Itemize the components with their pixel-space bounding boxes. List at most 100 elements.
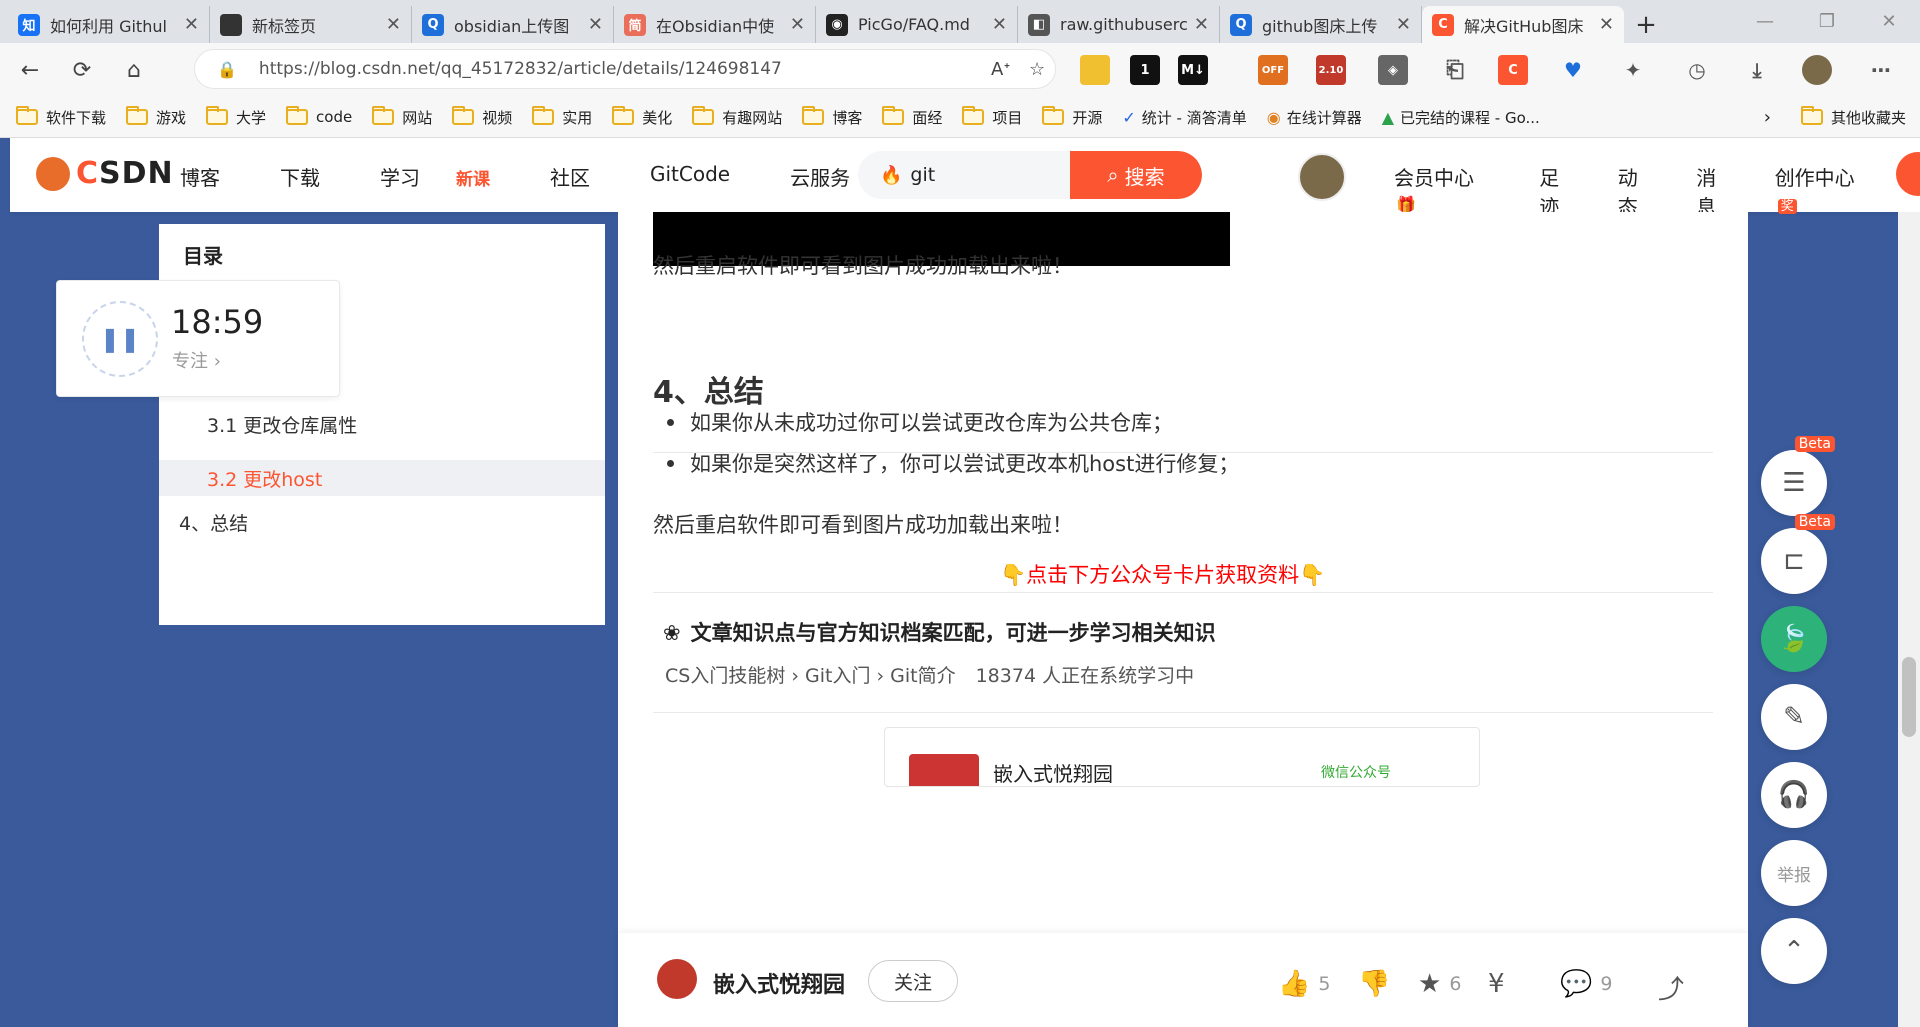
bookmark-folder[interactable]: 开源	[1042, 106, 1102, 128]
ublock-icon[interactable]: ◈	[1378, 55, 1408, 85]
bookmark-folder[interactable]: code	[286, 106, 352, 128]
csdn-logo[interactable]: CSDN	[36, 156, 174, 191]
csdn-extension-icon[interactable]: C	[1498, 55, 1528, 85]
pause-icon[interactable]: ❚❚	[82, 301, 158, 377]
new-tab-button[interactable]: +	[1624, 6, 1668, 43]
share-button[interactable]: ⤴	[1658, 969, 1692, 1006]
leaf-button[interactable]: 🍃	[1761, 606, 1827, 672]
author-name[interactable]: 嵌入式悦翔园	[713, 967, 845, 999]
support-button[interactable]: 🎧	[1761, 762, 1827, 828]
user-avatar[interactable]	[1298, 153, 1346, 201]
address-bar[interactable]: 🔒 https://blog.csdn.net/qq_45172832/arti…	[194, 49, 1056, 89]
bookmark-folder[interactable]: 博客	[802, 106, 862, 128]
bookmarks-overflow-icon[interactable]: ›	[1764, 107, 1771, 128]
tab-close-icon[interactable]: ✕	[1599, 14, 1614, 35]
url-text[interactable]: https://blog.csdn.net/qq_45172832/articl…	[259, 59, 782, 79]
bookmark-folder[interactable]: 网站	[372, 106, 432, 128]
knowledge-path[interactable]: CS入门技能树 › Git入门 › Git简介 18374 人正在系统学习中	[665, 661, 1194, 688]
toc-item[interactable]: 3.1 更改仓库属性	[159, 406, 605, 442]
summary-button[interactable]: ☰ Beta	[1761, 436, 1835, 516]
search-box[interactable]: 🔥 git ⌕ 搜索	[858, 151, 1202, 199]
author-avatar[interactable]	[657, 959, 697, 999]
reward-button[interactable]: ¥	[1488, 969, 1513, 999]
extensions-icon[interactable]: ✦	[1618, 55, 1648, 85]
bookmark-folder[interactable]: 项目	[962, 106, 1022, 128]
search-input[interactable]: git	[910, 164, 1070, 186]
download-icon[interactable]: ⤓	[1742, 55, 1772, 85]
nav-item[interactable]: GitCode	[650, 162, 760, 191]
bookmark-folder[interactable]: 美化	[612, 106, 672, 128]
restore-icon[interactable]: ❐	[1796, 0, 1858, 43]
tab-close-icon[interactable]: ✕	[184, 14, 199, 35]
add-favorite-icon[interactable]: ☆	[1029, 59, 1045, 80]
reload-icon[interactable]: ⟳	[60, 50, 104, 90]
toc-item[interactable]: 3.2 更改host	[159, 460, 605, 496]
bookmark-icon[interactable]: ⎗	[1440, 55, 1470, 85]
browser-tab[interactable]: C 解决GitHub图床 ✕	[1422, 6, 1624, 43]
read-aloud-icon[interactable]: Aᐩ	[991, 59, 1010, 80]
tab-close-icon[interactable]: ✕	[1396, 14, 1411, 35]
bookmark-link[interactable]: ▲ 已完结的课程 - Go...	[1382, 107, 1540, 128]
toc-title: 目录	[183, 244, 223, 268]
tool-button[interactable]: ⊏ Beta	[1761, 514, 1835, 594]
knowledge-breadcrumb[interactable]: CS入门技能树 › Git入门 › Git简介	[665, 665, 956, 687]
bookmark-folder[interactable]: 有趣网站	[692, 106, 782, 128]
more-menu-icon[interactable]: ⋯	[1866, 55, 1896, 85]
browser-tab[interactable]: Qobsidian上传图 ✕	[412, 6, 614, 43]
favorite-button[interactable]: ★ 6	[1418, 969, 1461, 999]
promo-text[interactable]: 👇点击下方公众号卡片获取资料👇	[1000, 559, 1325, 589]
back-icon[interactable]: ←	[8, 50, 52, 90]
nav-item[interactable]: 博客	[180, 162, 250, 191]
home-icon[interactable]: ⌂	[112, 50, 156, 90]
other-bookmarks[interactable]: 其他收藏夹	[1831, 107, 1906, 128]
comment-button[interactable]: 💬 9	[1560, 969, 1612, 999]
browser-tab[interactable]: ◉ PicGo/FAQ.md ✕	[816, 6, 1018, 43]
browser-tab[interactable]: 新标签页 ✕	[210, 6, 412, 43]
version-extension-icon[interactable]: 2.10	[1316, 55, 1346, 85]
off-extension-icon[interactable]: OFF	[1258, 55, 1288, 85]
minimize-icon[interactable]: —	[1734, 0, 1796, 43]
nav-item[interactable]: 社区	[550, 162, 620, 191]
close-window-icon[interactable]: ✕	[1858, 0, 1920, 43]
browser-tab[interactable]: 简在Obsidian中使 ✕	[614, 6, 816, 43]
nav-item[interactable]: 下载	[280, 162, 350, 191]
bookmark-folder[interactable]: 大学	[206, 106, 266, 128]
dislike-button[interactable]: 👎	[1358, 969, 1398, 999]
toc-item[interactable]: 4、总结	[159, 504, 605, 540]
bookmark-folder[interactable]: 游戏	[126, 106, 186, 128]
focus-timer-widget[interactable]: ❚❚ 18:59 专注 ›	[56, 280, 340, 397]
follow-button[interactable]: 关注	[868, 960, 958, 1002]
scrollbar-thumb[interactable]	[1902, 657, 1916, 737]
heart-extension-icon[interactable]: ♥	[1558, 55, 1588, 85]
history-icon[interactable]: ◷	[1682, 55, 1712, 85]
user-nav-item[interactable]: 创作中心奖	[1775, 162, 1892, 220]
bookmark-link[interactable]: ✓ 统计 - 滴答清单	[1122, 107, 1246, 128]
bookmark-folder[interactable]: 实用	[532, 106, 592, 128]
bookmark-folder[interactable]: 面经	[882, 106, 942, 128]
back-to-top-button[interactable]: ⌃	[1761, 918, 1827, 984]
tab-close-icon[interactable]: ✕	[790, 14, 805, 35]
browser-tab[interactable]: ◧ raw.githubuserc ✕	[1018, 6, 1220, 43]
tab-close-icon[interactable]: ✕	[992, 14, 1007, 35]
profile-avatar[interactable]	[1802, 55, 1832, 85]
like-button[interactable]: 👍 5	[1278, 969, 1330, 999]
edit-button[interactable]: ✎	[1761, 684, 1827, 750]
extension-badge-icon[interactable]: 1	[1130, 55, 1160, 85]
tab-close-icon[interactable]: ✕	[386, 14, 401, 35]
tab-close-icon[interactable]: ✕	[1194, 14, 1209, 35]
tab-close-icon[interactable]: ✕	[588, 14, 603, 35]
markdown-extension-icon[interactable]: M↓	[1178, 55, 1208, 85]
search-button[interactable]: ⌕ 搜索	[1070, 151, 1202, 199]
nav-item[interactable]: 学习 新课	[380, 162, 520, 191]
lock-icon[interactable]: 🔒	[217, 60, 237, 79]
bookmark-link[interactable]: ◉ 在线计算器	[1267, 107, 1362, 128]
browser-tab[interactable]: 知如何利用 Githul ✕	[8, 6, 210, 43]
page-scrollbar[interactable]	[1898, 212, 1920, 1027]
bookmark-folder[interactable]: 软件下载	[16, 106, 106, 128]
wechat-card[interactable]: 嵌入式悦翔园 微信公众号	[884, 727, 1480, 787]
report-button[interactable]: 举报	[1761, 840, 1827, 906]
browser-tab[interactable]: Qgithub图床上传 ✕	[1220, 6, 1422, 43]
extension-icon[interactable]	[1080, 55, 1110, 85]
timer-focus-link[interactable]: 专注 ›	[172, 347, 221, 373]
bookmark-folder[interactable]: 视频	[452, 106, 512, 128]
